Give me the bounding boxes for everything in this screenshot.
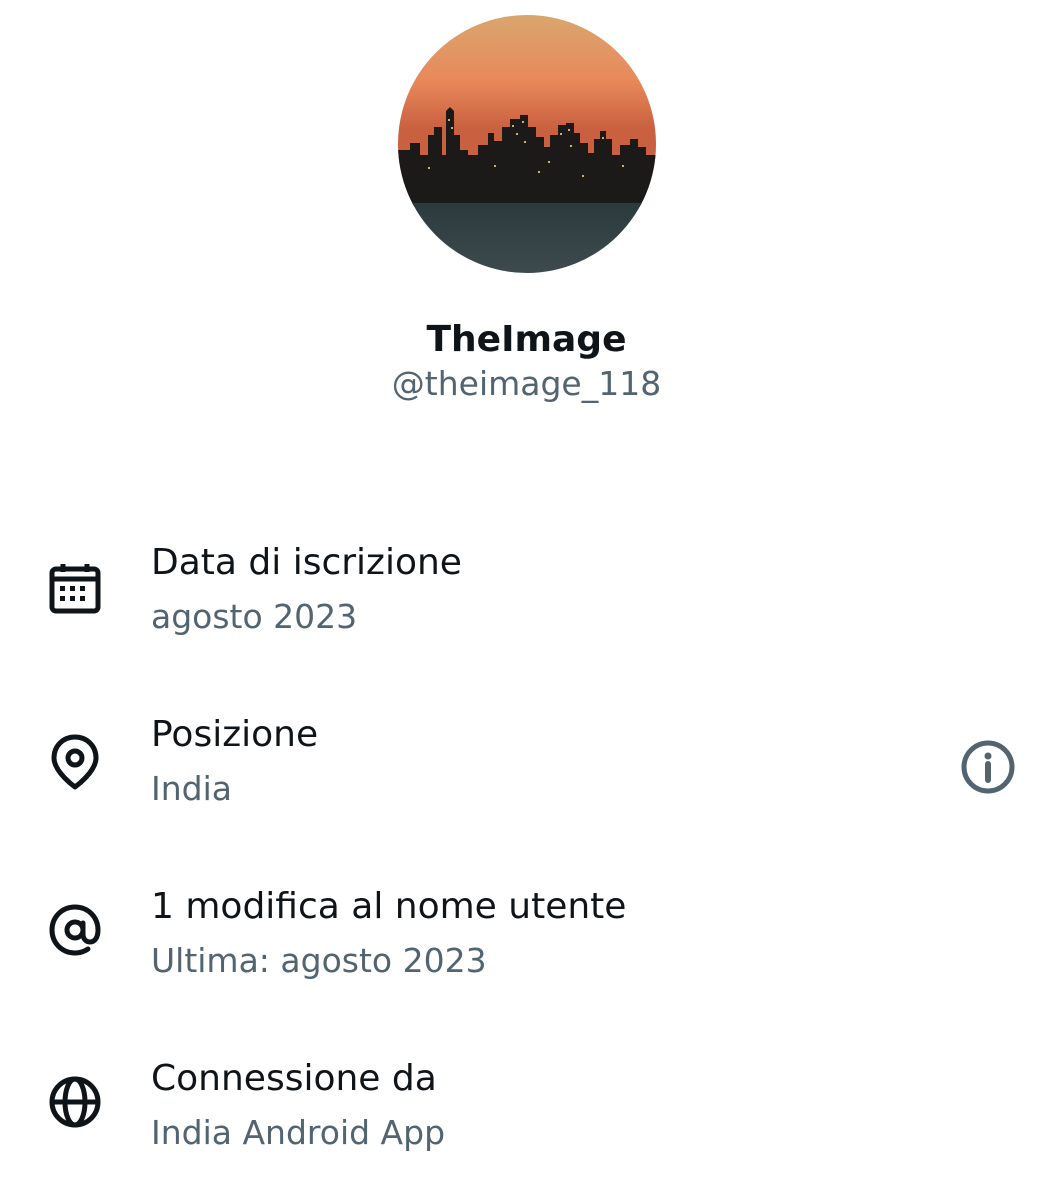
- join-date-value: agosto 2023: [151, 597, 358, 636]
- username-changes-row: 1 modifica al nome utente Ultima: agosto…: [0, 883, 1053, 1003]
- username-changes-title: 1 modifica al nome utente: [151, 886, 627, 927]
- display-name: TheImage: [426, 319, 627, 360]
- location-value: India: [151, 769, 232, 808]
- connected-via-value: India Android App: [151, 1113, 446, 1152]
- city-skyline-image: [398, 15, 656, 273]
- username-changes-value: Ultima: agosto 2023: [151, 941, 487, 980]
- avatar[interactable]: [398, 15, 656, 273]
- globe-icon: [44, 1071, 106, 1133]
- connected-via-row: Connessione da India Android App: [0, 1055, 1053, 1175]
- location-pin-icon: [44, 731, 106, 793]
- connected-via-title: Connessione da: [151, 1058, 437, 1099]
- location-title: Posizione: [151, 714, 319, 755]
- location-row: Posizione India: [0, 711, 1053, 831]
- join-date-row: Data di iscrizione agosto 2023: [0, 539, 1053, 659]
- at-sign-icon: [44, 899, 106, 961]
- calendar-icon: [44, 559, 106, 621]
- join-date-title: Data di iscrizione: [151, 542, 462, 583]
- info-icon[interactable]: [956, 735, 1020, 799]
- username-handle: @theimage_118: [391, 364, 662, 403]
